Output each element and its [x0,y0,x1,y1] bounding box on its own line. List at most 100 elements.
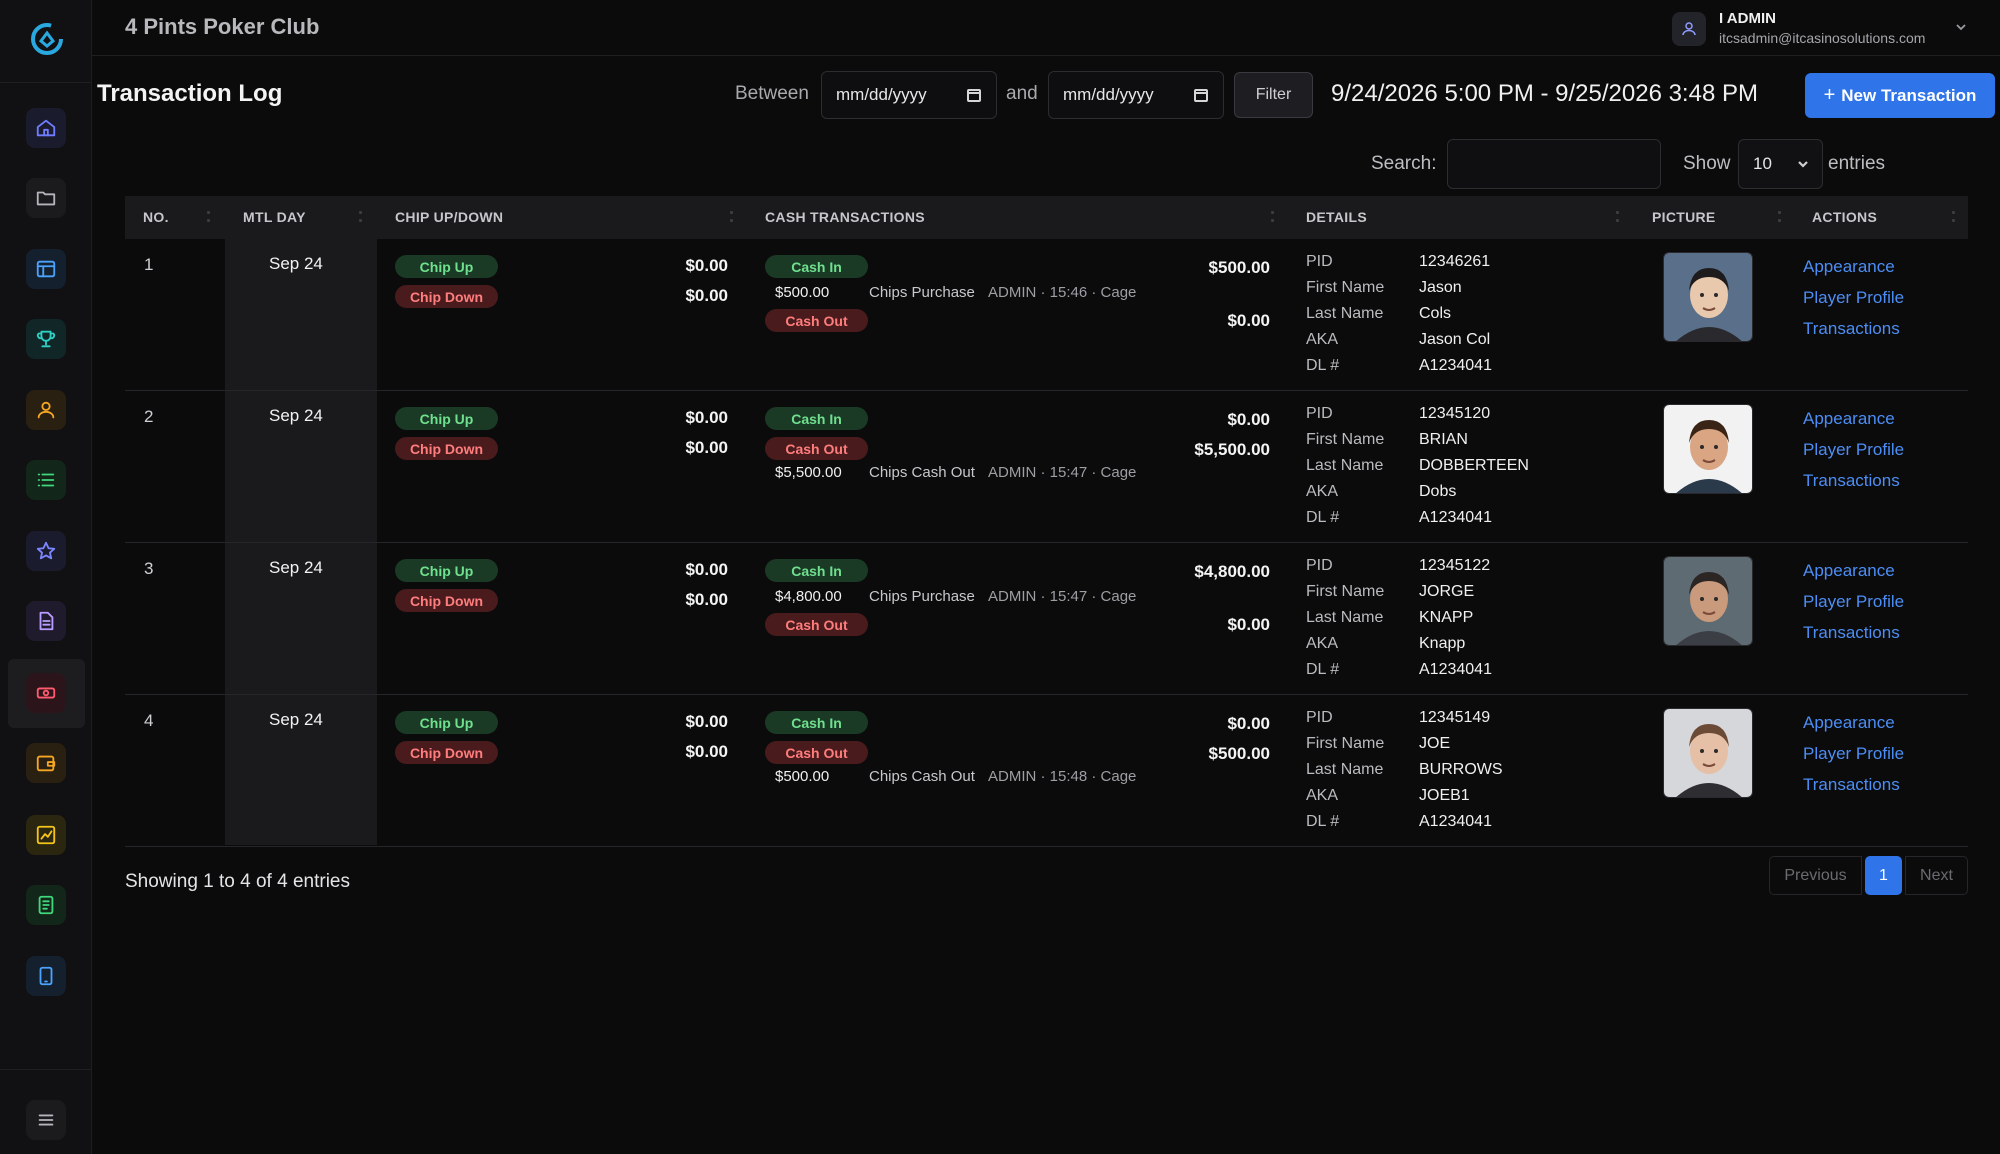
date-to-input[interactable]: mm/dd/yyyy [1048,71,1224,119]
date-from-placeholder: mm/dd/yyyy [836,85,927,104]
chevron-down-icon[interactable] [1954,20,1968,34]
transaction-meta: ADMIN · 15:46 · Cage [988,284,1137,301]
detail-first-name: JORGE [1419,583,1475,600]
player-profile-link[interactable]: Player Profile [1803,744,1904,764]
col-header-details[interactable]: DETAILS [1306,209,1367,225]
player-photo[interactable] [1663,404,1753,494]
row-divider [125,390,1968,391]
col-header-cash-transactions[interactable]: CASH TRANSACTIONS [765,209,925,225]
sidebar-item-players[interactable] [26,390,66,430]
sort-icon [729,208,735,226]
sidebar-item-layout[interactable] [26,249,66,289]
filter-button[interactable]: Filter [1234,72,1313,118]
sidebar-item-files[interactable] [26,178,66,218]
sidebar-item-tournaments[interactable] [26,319,66,359]
date-from-input[interactable]: mm/dd/yyyy [821,71,997,119]
detail-dl: A1234041 [1419,357,1492,374]
player-photo[interactable] [1663,708,1753,798]
transaction-type: Chips Purchase [869,588,975,605]
app-logo-icon[interactable] [28,20,66,58]
row-number: 4 [144,711,154,730]
col-header-actions[interactable]: ACTIONS [1812,209,1877,225]
entries-per-page-value: 10 [1753,154,1772,173]
sidebar-item-wallet[interactable] [26,743,66,783]
detail-first-name: Jason [1419,279,1462,296]
chip-down-badge: Chip Down [395,285,498,308]
appearance-link[interactable]: Appearance [1803,409,1895,429]
detail-key-dl: DL # [1306,357,1340,374]
pagination-next[interactable]: Next [1905,856,1968,895]
sidebar-item-transactions[interactable] [26,673,66,713]
player-photo[interactable] [1663,556,1753,646]
transaction-type: Chips Cash Out [869,768,975,785]
sidebar-item-home[interactable] [26,108,66,148]
chip-up-amount: $0.00 [685,408,728,427]
sidebar-item-favorites[interactable] [26,531,66,571]
sidebar-item-devices[interactable] [26,956,66,996]
chip-down-amount: $0.00 [685,742,728,761]
col-header-mtl-day[interactable]: MTL DAY [243,209,306,225]
col-header-picture[interactable]: PICTURE [1652,209,1716,225]
detail-key-first-name: First Name [1306,735,1385,752]
search-input[interactable] [1447,139,1661,189]
cash-in-total: $4,800.00 [1194,562,1270,581]
sidebar-item-lists[interactable] [26,460,66,500]
appearance-link[interactable]: Appearance [1803,561,1895,581]
col-header-no[interactable]: NO. [143,209,169,225]
detail-key-first-name: First Name [1306,431,1385,448]
detail-last-name: KNAPP [1419,609,1474,626]
row-number: 3 [144,559,154,578]
cash-out-total: $500.00 [1208,744,1270,763]
chip-down-amount: $0.00 [685,438,728,457]
cash-out-badge: Cash Out [765,741,868,764]
detail-aka: Knapp [1419,635,1466,652]
top-bar: 4 Pints Poker Club I ADMIN itcsadmin@itc… [92,0,2000,56]
detail-first-name: JOE [1419,735,1451,752]
showing-entries-text: Showing 1 to 4 of 4 entries [125,871,350,892]
user-menu[interactable]: I ADMIN itcsadmin@itcasinosolutions.com [1672,8,1972,50]
show-label: Show [1683,153,1731,174]
appearance-link[interactable]: Appearance [1803,713,1895,733]
transactions-link[interactable]: Transactions [1803,775,1900,795]
star-icon [36,541,56,560]
chip-down-badge: Chip Down [395,589,498,612]
money-icon [36,687,56,699]
wallet-icon [36,755,56,772]
detail-key-first-name: First Name [1306,279,1385,296]
transactions-link[interactable]: Transactions [1803,319,1900,339]
entries-per-page-select[interactable]: 10 [1738,139,1823,189]
detail-first-name: BRIAN [1419,431,1468,448]
search-label: Search: [1371,153,1437,174]
player-profile-link[interactable]: Player Profile [1803,592,1904,612]
transactions-link[interactable]: Transactions [1803,471,1900,491]
calendar-icon[interactable] [966,87,982,103]
chip-up-badge: Chip Up [395,559,498,582]
row-number: 1 [144,255,154,274]
sidebar-item-reports[interactable] [26,885,66,925]
avatar [1672,12,1706,46]
detail-key-pid: PID [1306,557,1333,574]
sidebar-menu-toggle[interactable] [26,1100,66,1140]
calendar-icon[interactable] [1193,87,1209,103]
sidebar-item-documents[interactable] [26,601,66,641]
transaction-amount: $500.00 [775,768,830,785]
sidebar-divider [0,82,92,83]
layout-icon [36,260,56,278]
new-transaction-button[interactable]: + New Transaction [1805,73,1995,118]
pagination-page-1[interactable]: 1 [1865,856,1902,895]
player-photo[interactable] [1663,252,1753,342]
pagination-previous[interactable]: Previous [1769,856,1862,895]
chip-up-badge: Chip Up [395,711,498,734]
appearance-link[interactable]: Appearance [1803,257,1895,277]
col-header-chip-up-down[interactable]: CHIP UP/DOWN [395,209,503,225]
chip-up-amount: $0.00 [685,256,728,275]
transaction-meta: ADMIN · 15:47 · Cage [988,464,1137,481]
detail-aka: Dobs [1419,483,1457,500]
sort-icon [1270,208,1276,226]
transaction-type: Chips Cash Out [869,464,975,481]
sidebar-item-analytics[interactable] [26,815,66,855]
player-profile-link[interactable]: Player Profile [1803,288,1904,308]
plus-icon: + [1823,84,1836,106]
player-profile-link[interactable]: Player Profile [1803,440,1904,460]
transactions-link[interactable]: Transactions [1803,623,1900,643]
